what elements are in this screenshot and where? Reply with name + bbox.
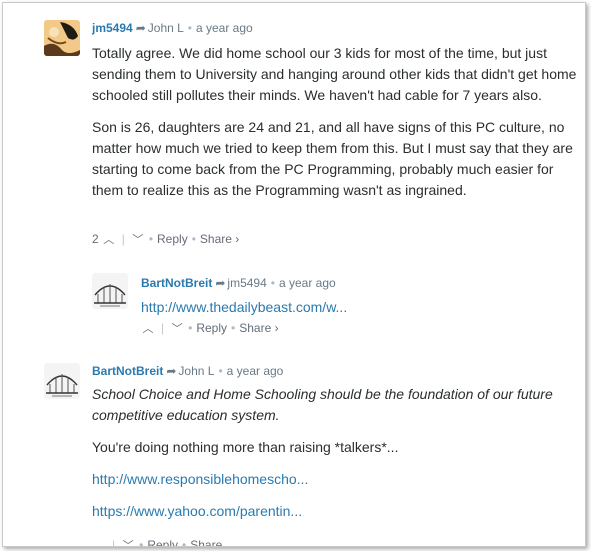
author-name[interactable]: BartNotBreit — [92, 364, 163, 378]
comment-link[interactable]: https://www.yahoo.com/parentin... — [92, 503, 302, 519]
reply-arrow-icon: ➦ — [166, 364, 177, 378]
chevron-down-icon[interactable]: ﹀ — [121, 537, 135, 546]
divider: | — [112, 538, 116, 547]
separator-dot: • — [270, 276, 275, 290]
cartoon-avatar-icon — [44, 20, 80, 56]
share-button[interactable]: Share › — [200, 232, 239, 246]
timestamp[interactable]: a year ago — [227, 364, 284, 378]
timestamp[interactable]: a year ago — [279, 276, 336, 290]
separator-dot: • — [218, 364, 223, 378]
separator-dot: • — [231, 321, 236, 335]
comment-body: School Choice and Home Schooling should … — [92, 384, 582, 533]
comment-footer: ︿ | ﹀ • Reply • Share — [92, 537, 223, 547]
comment-paragraph: Totally agree. We did home school our 3 … — [92, 45, 577, 103]
chevron-down-icon[interactable]: ﹀ — [131, 231, 145, 247]
reply-button[interactable]: Reply — [196, 321, 227, 335]
divider: | — [121, 232, 125, 246]
comment-paragraph: Son is 26, daughters are 24 and 21, and … — [92, 119, 573, 198]
share-button[interactable]: Share › — [239, 321, 278, 335]
reply-button[interactable]: Reply — [147, 538, 178, 546]
share-button[interactable]: Share — [190, 538, 222, 546]
timestamp[interactable]: a year ago — [196, 21, 253, 35]
avatar[interactable] — [44, 20, 80, 56]
comment-footer: ︿ | ﹀ • Reply • Share › — [141, 320, 279, 336]
chevron-down-icon[interactable]: ﹀ — [170, 320, 184, 336]
divider: | — [161, 321, 165, 335]
sketch-avatar-icon — [44, 363, 80, 399]
reply-arrow-icon: ➦ — [135, 21, 146, 35]
comment-paragraph: You're doing nothing more than raising *… — [92, 439, 399, 455]
comment-link[interactable]: http://www.thedailybeast.com/w... — [141, 299, 347, 315]
separator-dot: • — [187, 21, 192, 35]
separator-dot: • — [148, 232, 154, 246]
reply-arrow-icon: ➦ — [215, 276, 226, 290]
separator-dot: • — [139, 538, 144, 547]
chevron-up-icon[interactable]: ︿ — [92, 537, 106, 546]
sketch-avatar-icon — [92, 273, 128, 309]
comment-footer: 2 ︿ | ﹀ • Reply • Share › — [92, 231, 239, 247]
comment-body: http://www.thedailybeast.com/w... — [141, 297, 571, 318]
author-name[interactable]: BartNotBreit — [141, 276, 212, 290]
comment-body: Totally agree. We did home school our 3 … — [92, 43, 582, 212]
comment-meta: jm5494 ➦ John L • a year ago — [92, 21, 253, 35]
comment-paragraph-italic: School Choice and Home Schooling should … — [92, 386, 553, 423]
comment-meta: BartNotBreit ➦ jm5494 • a year ago — [141, 276, 336, 290]
comment-link[interactable]: http://www.responsiblehomescho... — [92, 471, 308, 487]
separator-dot: • — [182, 538, 187, 547]
reply-to-name[interactable]: John L — [178, 364, 214, 378]
upvote-count: 2 — [92, 232, 99, 246]
chevron-up-icon[interactable]: ︿ — [141, 320, 155, 336]
chevron-up-icon[interactable]: ︿ — [102, 231, 116, 247]
separator-dot: • — [188, 321, 193, 335]
avatar[interactable] — [92, 273, 128, 309]
avatar[interactable] — [44, 363, 80, 399]
separator-dot: • — [191, 232, 196, 246]
comment-meta: BartNotBreit ➦ John L • a year ago — [92, 364, 283, 378]
reply-to-name[interactable]: John L — [148, 21, 184, 35]
comment-thread: jm5494 ➦ John L • a year ago Totally agree. … — [2, 2, 586, 547]
reply-button[interactable]: Reply — [157, 232, 188, 246]
author-name[interactable]: jm5494 — [92, 21, 133, 35]
reply-to-name[interactable]: jm5494 — [227, 276, 266, 290]
